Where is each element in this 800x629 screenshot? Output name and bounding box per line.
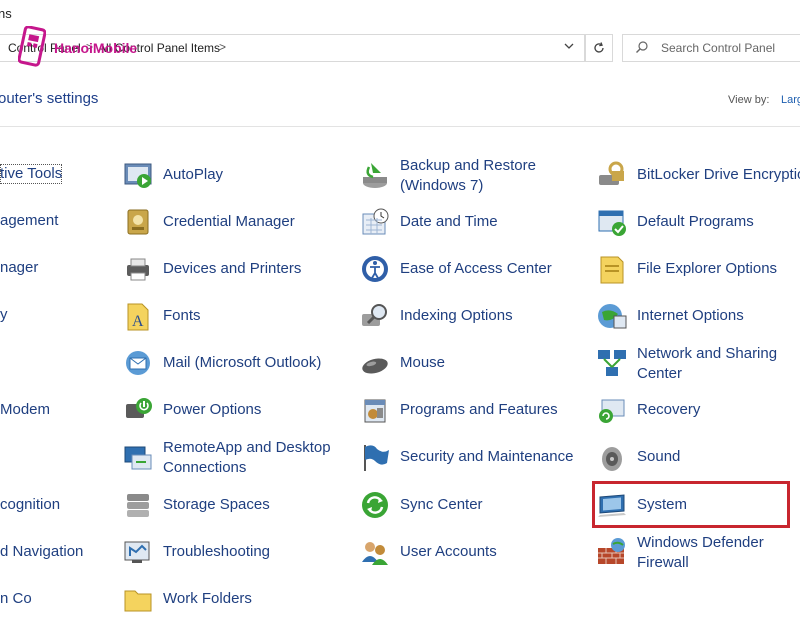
item-label: BitLocker Drive Encryptio (637, 166, 800, 183)
watermark-logo: HanoiMobile (18, 26, 160, 70)
view-by-dropdown[interactable]: Larg (781, 94, 800, 106)
item-label: Ease of Access Center (400, 260, 552, 277)
item-label: tive Tools (0, 165, 63, 182)
svg-text:A: A (132, 313, 144, 330)
item-label: Security and Maintenance (400, 448, 574, 465)
item-label: Troubleshooting (163, 543, 271, 560)
refresh-button[interactable] (585, 34, 613, 62)
item-label: nager (0, 259, 39, 276)
clock-icon (362, 208, 389, 235)
watermark-text: HanoiMobile (54, 40, 138, 56)
credential-manager-icon (127, 209, 149, 235)
folder-options-icon (600, 256, 624, 284)
item-label: Power Options (163, 401, 262, 418)
item-label-line2: Center (637, 365, 683, 382)
internet-icon (598, 304, 627, 329)
troubleshoot-icon (124, 541, 150, 563)
users-icon (362, 542, 388, 565)
mouse-icon (362, 358, 388, 374)
item-label-line2: Firewall (637, 554, 689, 571)
network-icon (598, 350, 626, 376)
item-label: Date and Time (400, 213, 498, 230)
item-label: agement (0, 212, 59, 229)
item-label: Work Folders (163, 590, 252, 607)
remoteapp-icon (124, 446, 152, 470)
item-label: File Explorer Options (637, 260, 778, 277)
item-label: AutoPlay (163, 166, 224, 183)
item-label: Sync Center (400, 496, 483, 513)
item-label: Default Programs (637, 213, 754, 230)
recovery-icon (599, 399, 625, 423)
phone-logo-icon (18, 26, 46, 67)
item-label-line2: Connections (163, 459, 247, 476)
sync-icon (362, 492, 388, 518)
printer-icon (127, 258, 149, 281)
item-label: d Navigation (0, 543, 84, 560)
item-label-line1: Backup and Restore (400, 157, 536, 174)
item-label: Internet Options (637, 307, 744, 324)
item-label: Devices and Printers (163, 260, 302, 277)
item-label: Recovery (637, 401, 701, 418)
chevron-down-icon[interactable] (560, 40, 578, 56)
item-label: n Co (0, 590, 32, 607)
backup-icon (363, 163, 387, 188)
item-label: Credential Manager (163, 213, 295, 230)
item-label: y (0, 306, 8, 323)
storage-icon (127, 494, 149, 517)
search-input[interactable]: Search Control Panel (622, 34, 800, 62)
search-icon (636, 41, 648, 53)
item-label: User Accounts (400, 543, 497, 560)
item-label-line1: RemoteApp and Desktop (163, 439, 331, 456)
window-title: ns (0, 6, 12, 21)
work-folders-icon (124, 590, 152, 612)
item-label: Mouse (400, 354, 446, 371)
mail-icon (126, 351, 150, 375)
page-title: outer's settings (0, 90, 99, 107)
default-programs-icon (598, 210, 626, 236)
item-label: Indexing Options (400, 307, 513, 324)
item-label-line2: (Windows 7) (400, 177, 484, 194)
power-icon (126, 398, 152, 418)
firewall-icon (598, 538, 625, 564)
highlight-box (592, 481, 790, 528)
autoplay-icon (124, 163, 152, 188)
indexing-icon (362, 304, 387, 326)
item-label-line1: Windows Defender (637, 534, 764, 551)
breadcrumb-separator: > (219, 40, 227, 54)
item-label: Modem (0, 401, 51, 418)
item-label: Programs and Features (400, 401, 558, 418)
item-label-line1: Network and Sharing (637, 345, 778, 362)
fonts-icon: A (127, 303, 149, 331)
item-label: cognition (0, 496, 61, 513)
speaker-icon (602, 447, 622, 471)
ease-of-access-icon (362, 256, 388, 282)
bitlocker-icon (599, 161, 624, 185)
item-label: Sound (637, 448, 681, 465)
flag-icon (364, 445, 389, 471)
refresh-icon (594, 42, 604, 53)
divider (0, 126, 800, 127)
search-placeholder: Search Control Panel (661, 41, 776, 55)
item-label: Fonts (163, 307, 201, 324)
item-label: Mail (Microsoft Outlook) (163, 354, 322, 371)
programs-icon (364, 399, 386, 423)
view-by-label: View by: (728, 94, 770, 106)
item-label: Storage Spaces (163, 496, 270, 513)
